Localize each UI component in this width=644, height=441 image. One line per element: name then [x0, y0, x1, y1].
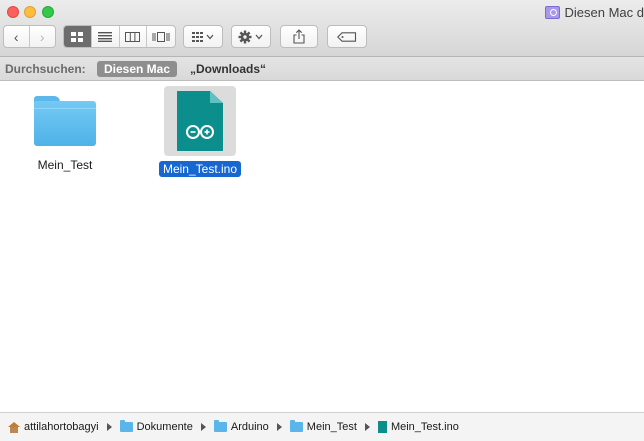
grid-icon [71, 31, 84, 42]
arduino-logo-icon [186, 125, 214, 139]
home-icon [8, 421, 20, 433]
action-menu-button[interactable] [231, 25, 271, 48]
minimize-window-button[interactable] [24, 6, 36, 18]
file-item-sketch[interactable]: Mein_Test.ino [150, 86, 250, 177]
column-view-button[interactable] [120, 26, 148, 47]
folder-icon [289, 420, 303, 432]
back-button[interactable]: ‹ [4, 26, 30, 47]
path-item-mein-test[interactable]: Mein_Test [289, 420, 357, 433]
file-name: Mein_Test [37, 158, 93, 172]
arduino-file-icon [177, 91, 223, 151]
share-icon [293, 29, 305, 44]
navigation-buttons: ‹ › [3, 25, 56, 48]
file-browser-area[interactable]: Mein_Test Mein_Test.ino [0, 82, 644, 412]
gear-icon [238, 30, 263, 43]
view-mode-control [63, 25, 176, 48]
search-scope-bar: Durchsuchen: Diesen Mac „Downloads“ [0, 57, 644, 81]
path-item-arduino[interactable]: Arduino [213, 420, 269, 433]
scope-downloads-button[interactable]: „Downloads“ [190, 62, 266, 76]
arduino-file-icon [377, 421, 387, 433]
scope-this-mac-button[interactable]: Diesen Mac [97, 61, 178, 77]
chevron-right-icon: › [39, 28, 45, 45]
window-title: Diesen Mac d [544, 3, 644, 21]
list-icon [98, 31, 113, 42]
window-title-text: Diesen Mac d [564, 4, 644, 20]
columns-icon [125, 31, 141, 42]
path-item-label: Dokumente [136, 421, 193, 433]
path-item-home[interactable]: attilahortobagyi [8, 421, 99, 433]
file-icon-wrap [34, 96, 96, 146]
zoom-window-button[interactable] [42, 6, 54, 18]
path-item-label: Mein_Test [306, 421, 357, 433]
arrange-menu-button[interactable] [183, 25, 223, 48]
path-bar: attilahortobagyi Dokumente Arduino Mein_… [0, 412, 644, 441]
file-icon-wrap-selected [164, 86, 236, 156]
share-button[interactable] [280, 25, 318, 48]
folder-icon [34, 96, 96, 146]
tags-button[interactable] [327, 25, 367, 48]
folder-icon [119, 420, 133, 432]
tag-icon [337, 31, 357, 42]
cover-flow-icon [152, 31, 170, 42]
path-item-label: Arduino [230, 421, 269, 433]
icon-view-button[interactable] [64, 26, 92, 47]
finder-toolbar: Diesen Mac d ‹ › [0, 0, 644, 57]
forward-button[interactable]: › [30, 26, 55, 47]
path-separator-icon [200, 423, 206, 431]
arrange-grid-icon [192, 31, 214, 42]
file-name-selected: Mein_Test.ino [158, 161, 242, 177]
mac-search-icon [544, 5, 560, 19]
file-item-folder[interactable]: Mein_Test [28, 96, 102, 173]
scope-label: Durchsuchen: [5, 62, 86, 76]
path-item-label: attilahortobagyi [24, 421, 99, 433]
close-window-button[interactable] [7, 6, 19, 18]
folder-icon [213, 420, 227, 432]
path-separator-icon [106, 423, 112, 431]
path-separator-icon [276, 423, 282, 431]
path-item-label: Mein_Test.ino [390, 421, 459, 433]
chevron-left-icon: ‹ [13, 28, 19, 45]
list-view-button[interactable] [92, 26, 120, 47]
path-item-documents[interactable]: Dokumente [119, 420, 193, 433]
cover-flow-view-button[interactable] [147, 26, 175, 47]
path-item-sketch-file[interactable]: Mein_Test.ino [377, 421, 459, 433]
path-separator-icon [364, 423, 370, 431]
